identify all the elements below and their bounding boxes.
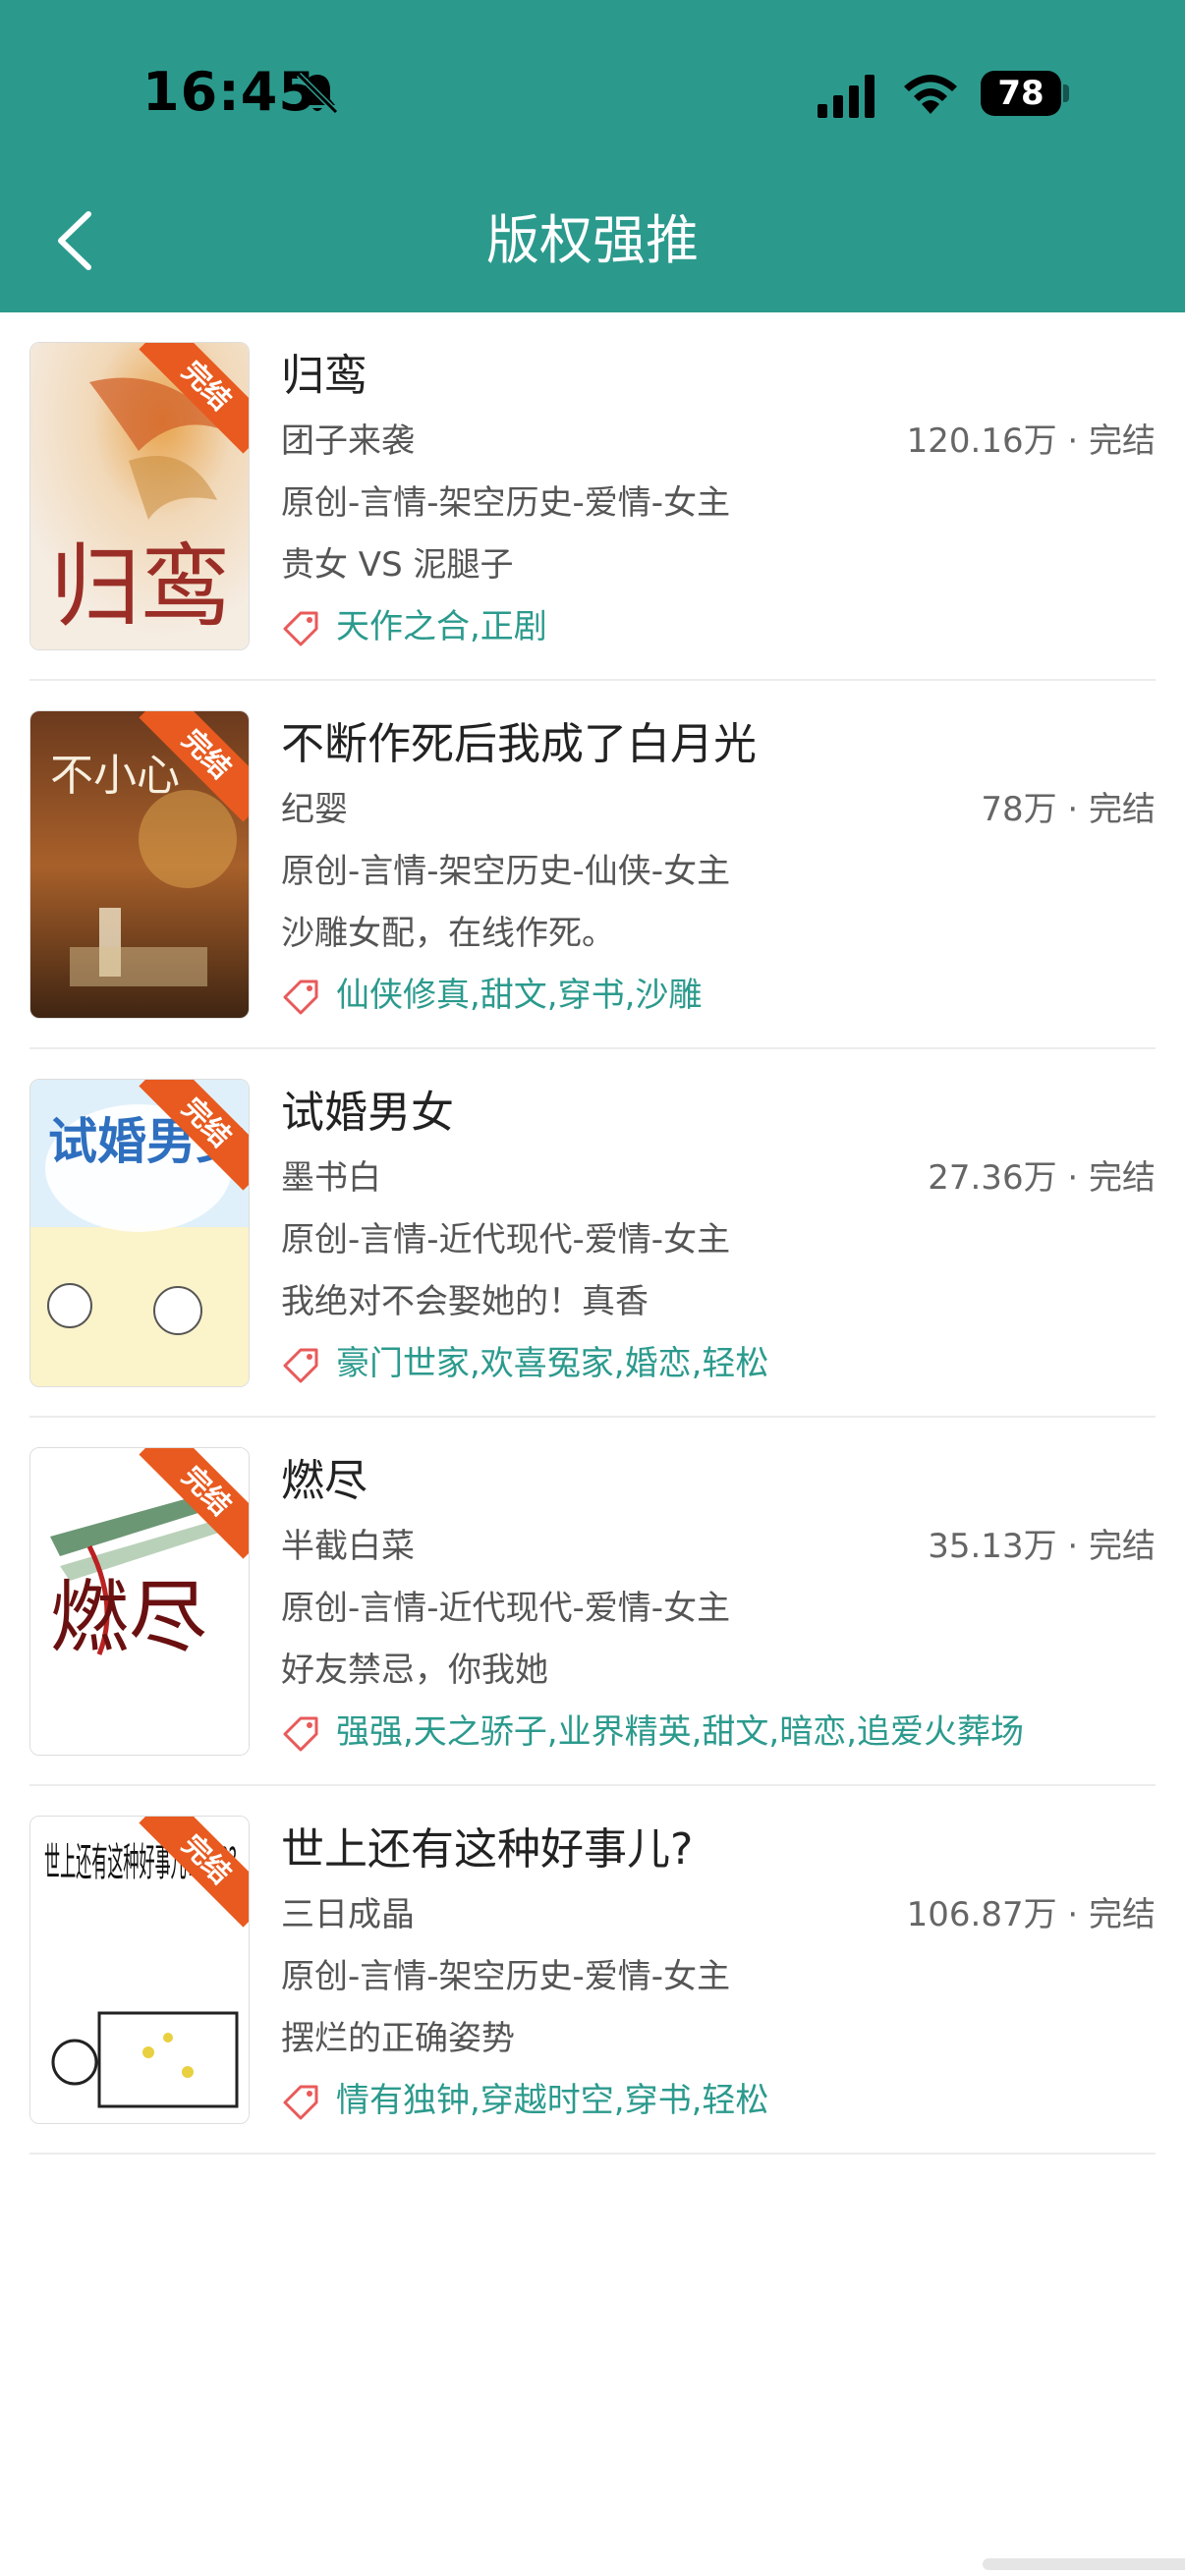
cover-title: 归鸾 (50, 534, 231, 640)
book-tags: 豪门世家,欢喜冤家,婚恋,轻松 (336, 1344, 769, 1383)
book-title: 世上还有这种好事儿? (281, 1824, 694, 1875)
book-tagline: 好友禁忌，你我她 (281, 1651, 548, 1690)
book-stats: 35.13万 · 完结 (928, 1527, 1156, 1566)
battery-level: 78 (997, 74, 1044, 113)
book-author: 三日成晶 (281, 1895, 415, 1934)
book-genre: 原创-言情-近代现代-爱情-女主 (281, 1589, 731, 1628)
book-author-row: 墨书白 27.36万 · 完结 (281, 1148, 1156, 1209)
book-title: 不断作死后我成了白月光 (281, 719, 757, 769)
book-stats: 106.87万 · 完结 (906, 1895, 1156, 1934)
signal-icon (818, 75, 875, 118)
header: 16:45 78 版权强推 (0, 0, 1185, 312)
book-tags: 情有独钟,穿越时空,穿书,轻松 (336, 2081, 769, 2120)
book-cover[interactable]: 不小心 完结 (29, 710, 250, 1019)
book-list: 归鸾 完结 归鸾 团子来袭 120.16万 · 完结 原创-言情-架空历史-爱情… (0, 312, 1185, 2155)
book-genre: 原创-言情-架空历史-爱情-女主 (281, 483, 731, 523)
book-cover[interactable]: 归鸾 完结 (29, 342, 250, 650)
book-info: 归鸾 团子来袭 120.16万 · 完结 原创-言情-架空历史-爱情-女主 贵女… (281, 342, 1156, 658)
book-tagline: 沙雕女配，在线作死。 (281, 914, 615, 953)
book-info: 试婚男女 墨书白 27.36万 · 完结 原创-言情-近代现代-爱情-女主 我绝… (281, 1079, 1156, 1395)
book-genre: 原创-言情-架空历史-仙侠-女主 (281, 852, 731, 891)
book-author: 半截白菜 (281, 1527, 415, 1566)
battery-icon: 78 (981, 71, 1069, 116)
app-root: 16:45 78 版权强推 归鸾 完结 归鸾 团子来袭 120.16万 · 完结… (0, 0, 1185, 2576)
tag-icon (283, 2085, 318, 2119)
book-list-item[interactable]: 归鸾 完结 归鸾 团子来袭 120.16万 · 完结 原创-言情-架空历史-爱情… (29, 312, 1156, 681)
book-tags: 天作之合,正剧 (336, 607, 547, 646)
book-list-item[interactable]: 试婚男女 完结 试婚男女 墨书白 27.36万 · 完结 原创-言情-近代现代-… (29, 1049, 1156, 1418)
book-author-row: 团子来袭 120.16万 · 完结 (281, 411, 1156, 473)
cover-title: 燃尽 (50, 1572, 207, 1663)
tag-icon (283, 611, 318, 645)
book-cover[interactable]: 世上还有这种好事儿?????? 完结 (29, 1816, 250, 2124)
book-title: 归鸾 (281, 351, 367, 401)
tag-icon (283, 1348, 318, 1382)
home-indicator (983, 2558, 1185, 2570)
book-author: 纪婴 (281, 790, 348, 829)
book-tags-row: 情有独钟,穿越时空,穿书,轻松 (281, 2070, 1156, 2132)
book-title: 燃尽 (281, 1456, 367, 1506)
book-genre: 原创-言情-近代现代-爱情-女主 (281, 1220, 731, 1260)
book-tagline: 我绝对不会娶她的！真香 (281, 1282, 649, 1321)
book-cover[interactable]: 试婚男女 完结 (29, 1079, 250, 1387)
book-author-row: 纪婴 78万 · 完结 (281, 779, 1156, 841)
book-title: 试婚男女 (281, 1088, 454, 1138)
book-list-item[interactable]: 不小心 完结 不断作死后我成了白月光 纪婴 78万 · 完结 原创-言情-架空历… (29, 681, 1156, 1049)
book-tagline: 贵女 VS 泥腿子 (281, 545, 514, 585)
book-tags-row: 天作之合,正剧 (281, 596, 1156, 658)
wifi-icon (904, 75, 957, 114)
book-author-row: 三日成晶 106.87万 · 完结 (281, 1884, 1156, 1946)
book-author: 团子来袭 (281, 421, 415, 461)
book-info: 燃尽 半截白菜 35.13万 · 完结 原创-言情-近代现代-爱情-女主 好友禁… (281, 1447, 1156, 1764)
book-cover[interactable]: 燃尽 完结 (29, 1447, 250, 1756)
nav-bar: 版权强推 (0, 187, 1185, 312)
book-tagline: 摆烂的正确姿势 (281, 2019, 515, 2058)
tag-icon (283, 1716, 318, 1751)
status-time: 16:45 (142, 61, 316, 123)
book-tags: 强强,天之骄子,业界精英,甜文,暗恋,追爱火葬场 (336, 1712, 1025, 1752)
book-info: 世上还有这种好事儿? 三日成晶 106.87万 · 完结 原创-言情-架空历史-… (281, 1816, 1156, 2132)
book-tags-row: 仙侠修真,甜文,穿书,沙雕 (281, 965, 1156, 1027)
status-bar: 16:45 78 (0, 0, 1185, 187)
book-list-item[interactable]: 世上还有这种好事儿?????? 完结 世上还有这种好事儿? 三日成晶 106.8… (29, 1786, 1156, 2155)
cover-title: 不小心 (50, 751, 180, 801)
book-stats: 120.16万 · 完结 (906, 421, 1156, 461)
book-info: 不断作死后我成了白月光 纪婴 78万 · 完结 原创-言情-架空历史-仙侠-女主… (281, 710, 1156, 1027)
book-stats: 27.36万 · 完结 (928, 1158, 1156, 1198)
book-stats: 78万 · 完结 (981, 790, 1156, 829)
book-author: 墨书白 (281, 1158, 381, 1198)
book-genre: 原创-言情-架空历史-爱情-女主 (281, 1957, 731, 1996)
book-list-item[interactable]: 燃尽 完结 燃尽 半截白菜 35.13万 · 完结 原创-言情-近代现代-爱情-… (29, 1418, 1156, 1786)
book-tags-row: 豪门世家,欢喜冤家,婚恋,轻松 (281, 1333, 1156, 1395)
page-title: 版权强推 (486, 209, 699, 271)
book-author-row: 半截白菜 35.13万 · 完结 (281, 1516, 1156, 1578)
book-tags-row: 强强,天之骄子,业界精英,甜文,暗恋,追爱火葬场 (281, 1702, 1156, 1764)
book-tags: 仙侠修真,甜文,穿书,沙雕 (336, 976, 703, 1015)
bell-off-icon (296, 72, 339, 115)
tag-icon (283, 980, 318, 1014)
